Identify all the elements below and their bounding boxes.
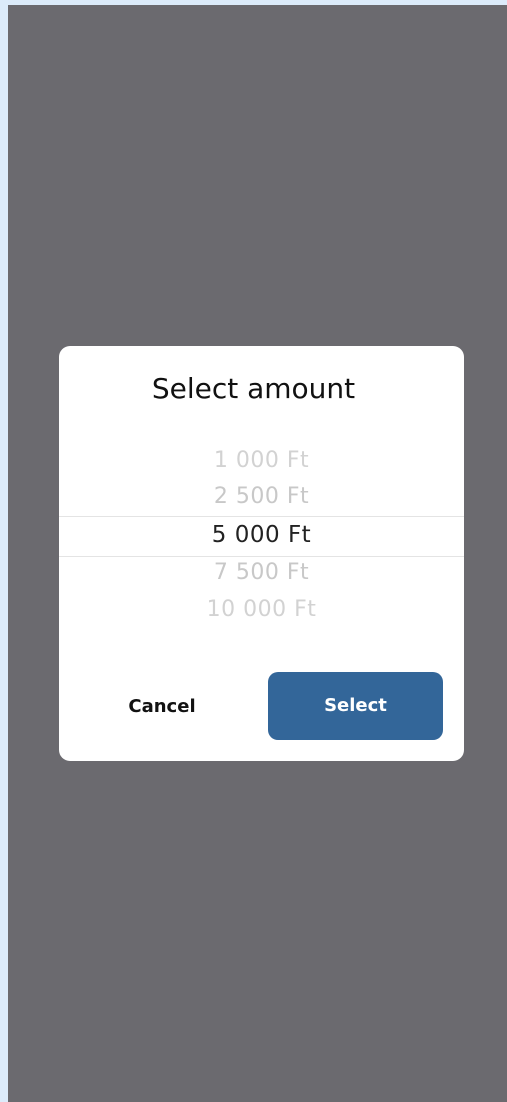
dialog-title: Select amount bbox=[151, 372, 356, 405]
picker-option-10000[interactable]: 10 000 Ft bbox=[59, 597, 464, 622]
cancel-button[interactable]: Cancel bbox=[112, 689, 212, 725]
picker-option-7500[interactable]: 7 500 Ft bbox=[59, 560, 464, 585]
select-button[interactable]: Select bbox=[268, 672, 443, 740]
picker-selection-bottom-line bbox=[59, 556, 464, 557]
picker-option-2500[interactable]: 2 500 Ft bbox=[59, 484, 464, 509]
picker-option-1000[interactable]: 1 000 Ft bbox=[59, 448, 464, 473]
picker-option-5000-selected[interactable]: 5 000 Ft bbox=[59, 522, 464, 548]
picker-selection-top-line bbox=[59, 516, 464, 517]
